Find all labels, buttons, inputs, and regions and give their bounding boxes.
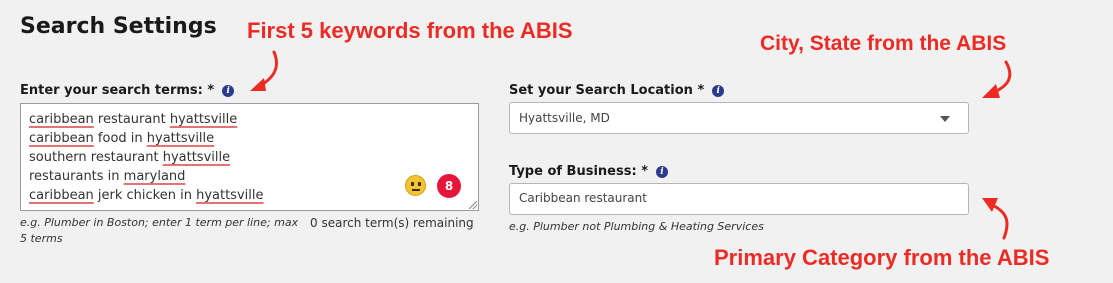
search-term-line: caribbean food in hyattsville [29,129,214,148]
resize-handle[interactable] [469,201,477,209]
misspelled-word: hyattsville [162,150,231,165]
info-icon[interactable]: i [222,84,235,97]
misspelled-word: caribbean [29,188,94,203]
info-icon[interactable]: i [712,84,725,97]
search-term-line: caribbean jerk chicken in hyattsville [29,186,264,205]
business-type-field[interactable] [509,183,969,215]
location-selected-value: Hyattsville, MD [519,111,610,125]
section-title: Search Settings [20,14,217,39]
info-icon[interactable]: i [656,165,668,178]
search-terms-label-text: Enter your search terms: * [20,83,215,98]
remaining-terms-count: 0 search term(s) remaining [310,216,474,230]
misspelled-word: caribbean [29,131,94,146]
search-term-line: southern restaurant hyattsville [29,148,230,167]
annotation-city-state: City, State from the ABIS [760,32,1007,55]
business-type-helper: e.g. Plumber not Plumbing & Heating Serv… [509,220,764,233]
term-text: restaurants in [29,169,124,184]
arrow-down-left-icon [250,50,279,91]
annotation-keywords: First 5 keywords from the ABIS [247,18,573,43]
term-text: food in [93,131,147,146]
search-terms-helper-cont: 5 terms [20,232,63,245]
issue-count-badge[interactable]: 8 [437,174,461,198]
misspelled-word: hyattsville [146,131,215,146]
search-terms-label: Enter your search terms: * i [20,83,235,98]
misspelled-word: hyattsville [169,112,238,127]
arrow-up-left-icon [982,198,1009,240]
location-label: Set your Search Location * i [509,83,725,98]
search-term-line: caribbean restaurant hyattsville [29,110,237,129]
chevron-down-icon[interactable] [940,116,950,122]
search-term-line: restaurants in maryland [29,167,185,186]
business-type-label-text: Type of Business: * [509,164,648,179]
business-type-input[interactable] [519,191,949,205]
location-select[interactable]: Hyattsville, MD [509,102,969,134]
arrow-down-left-icon [982,60,1012,98]
misspelled-word: hyattsville [196,188,264,203]
term-text: restaurant [93,112,170,127]
misspelled-word: caribbean [29,112,94,127]
search-terms-helper: e.g. Plumber in Boston; enter 1 term per… [20,216,299,229]
annotation-category: Primary Category from the ABIS [714,245,1050,270]
business-type-label: Type of Business: * i [509,164,668,179]
misspelled-word: maryland [123,169,186,184]
term-text: southern restaurant [29,150,163,165]
term-text: jerk chicken in [93,188,197,203]
neutral-face-icon[interactable] [405,175,426,196]
location-label-text: Set your Search Location * [509,83,705,98]
